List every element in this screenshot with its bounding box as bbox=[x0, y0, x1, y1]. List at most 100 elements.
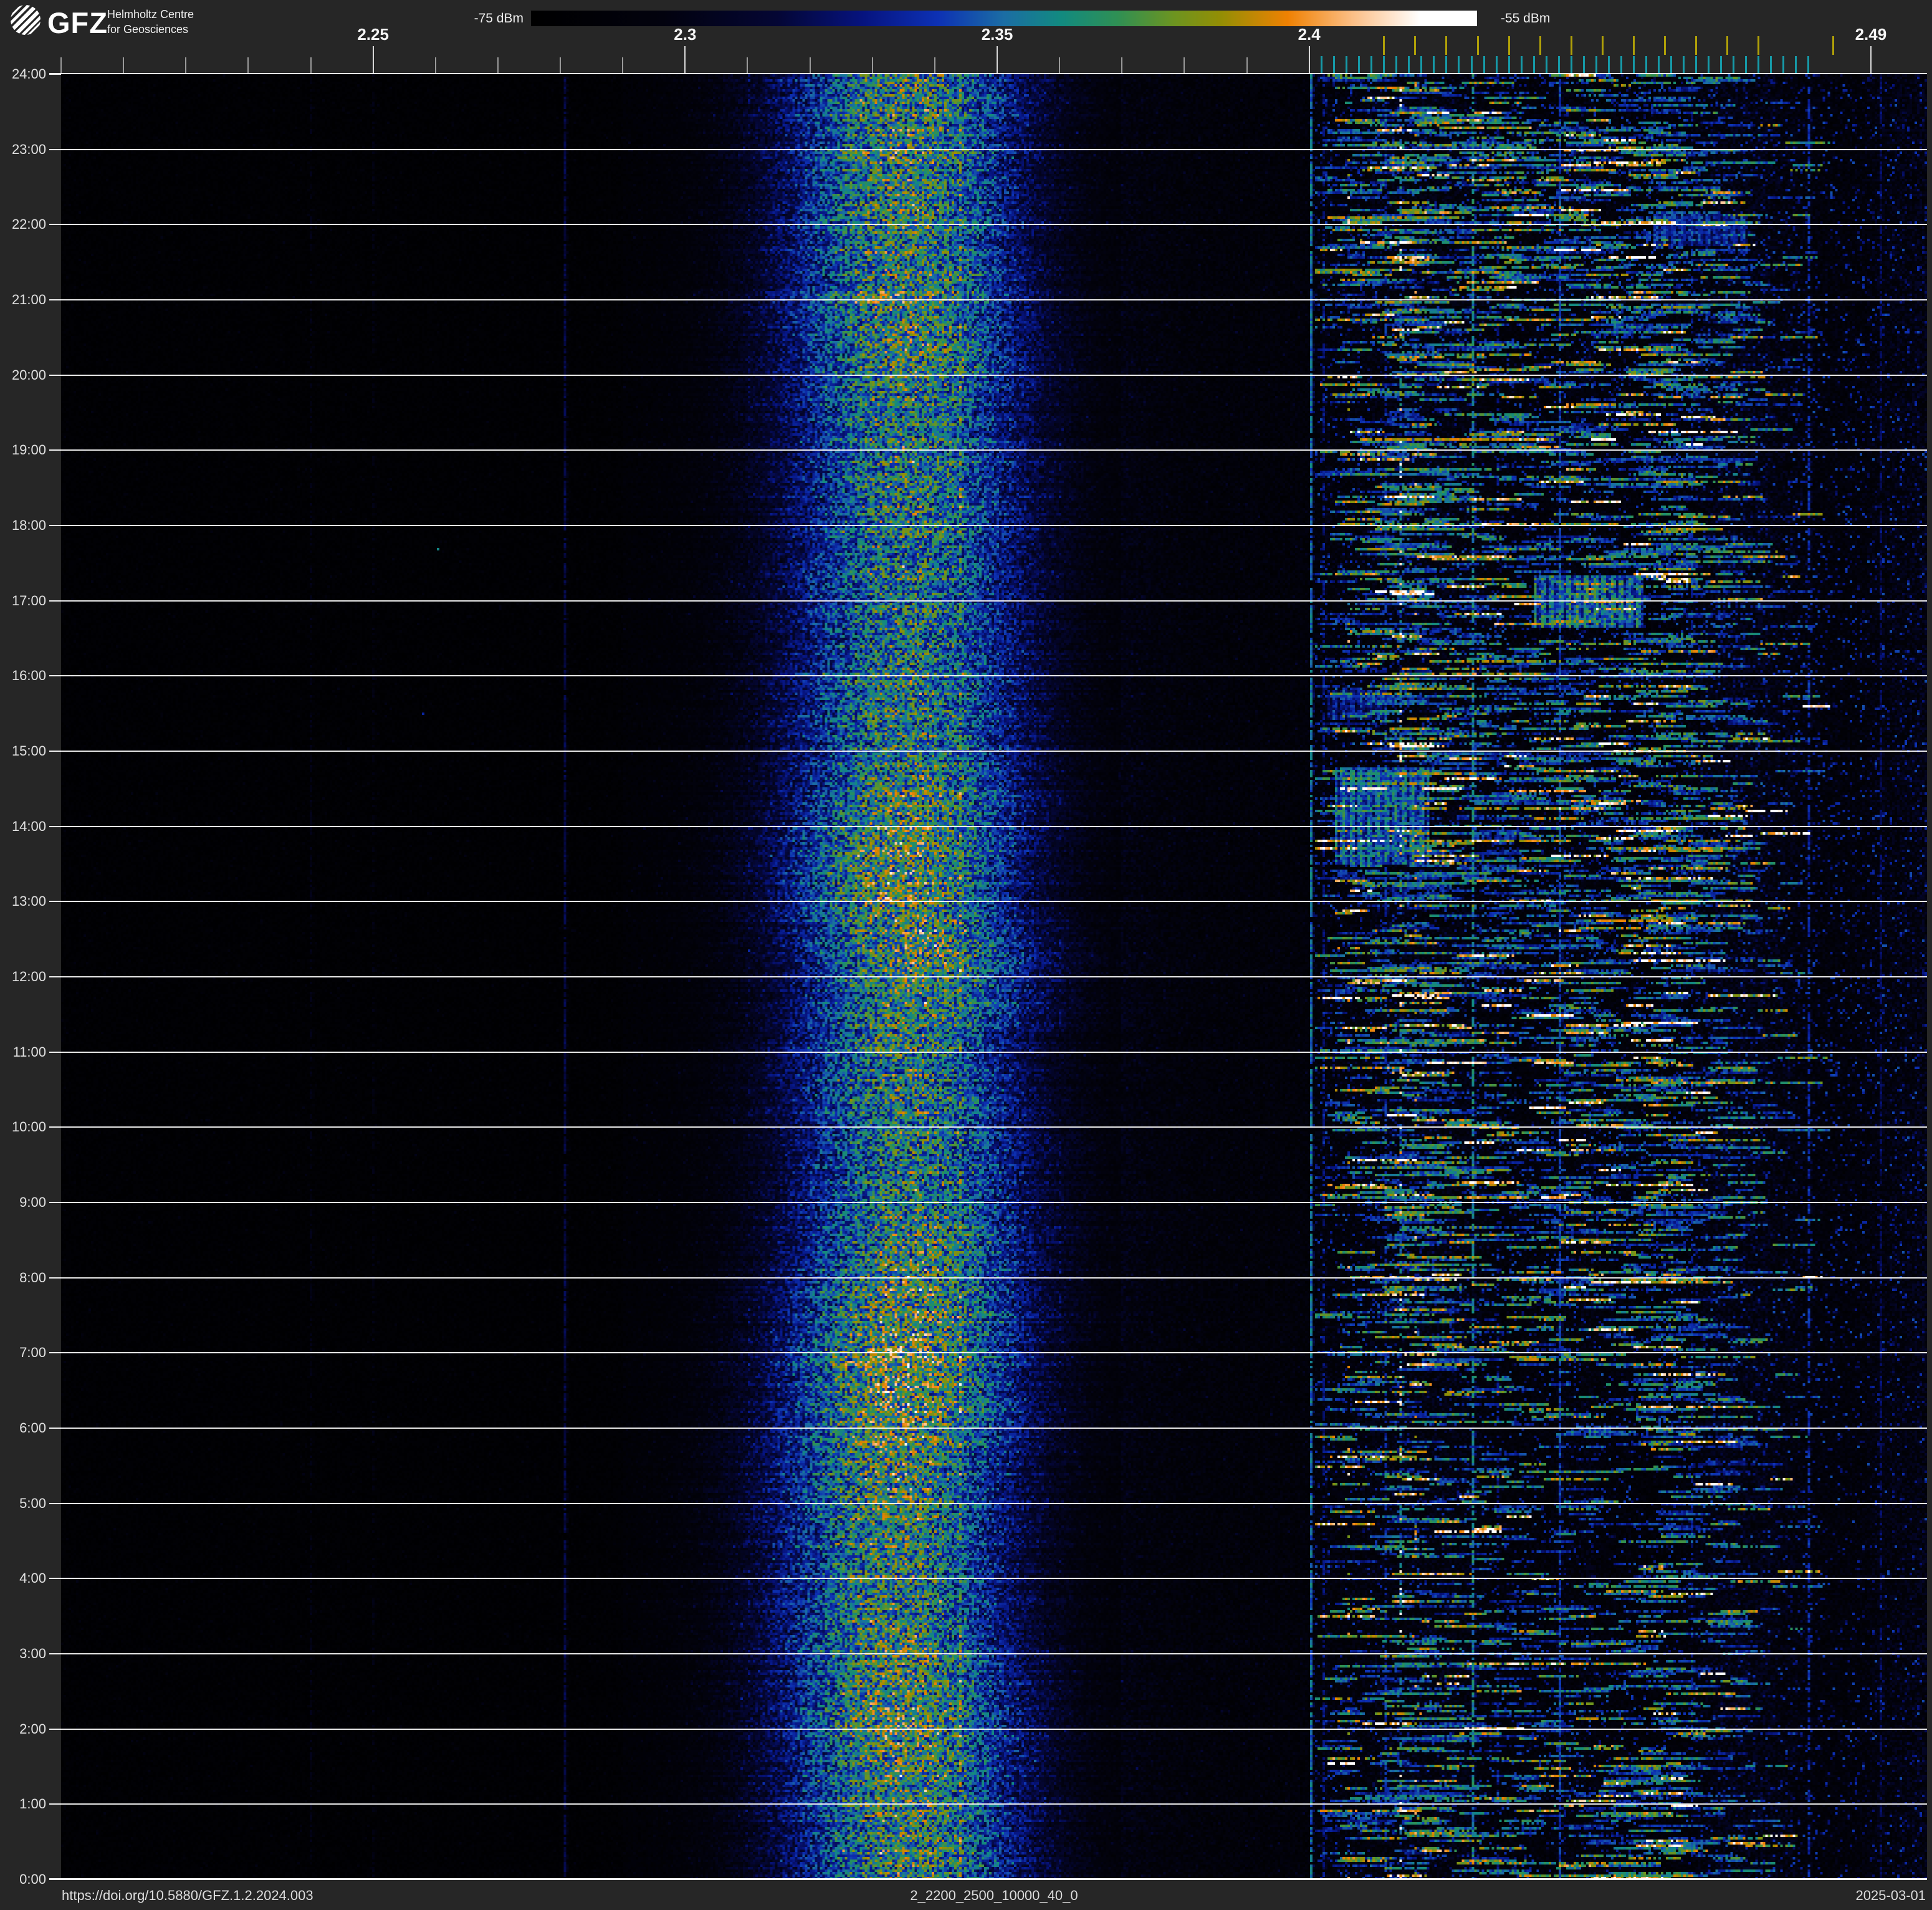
time-label: 22:00 bbox=[11, 216, 46, 233]
time-tick bbox=[49, 1578, 62, 1580]
freq-minor-tick bbox=[622, 57, 624, 74]
freq-minor-tick bbox=[747, 57, 748, 74]
freq-minor-tick bbox=[1059, 57, 1061, 74]
ble-channel-tick bbox=[1483, 56, 1485, 74]
time-tick bbox=[49, 374, 62, 376]
time-label: 18:00 bbox=[11, 517, 46, 533]
freq-major-tick bbox=[1308, 46, 1310, 74]
hour-gridline bbox=[61, 525, 1927, 526]
ble-channel-tick bbox=[1645, 56, 1647, 74]
frequency-axis: 2.25 2.3 2.35 2.4 2.49 bbox=[0, 0, 1932, 74]
ble-channel-tick bbox=[1470, 56, 1473, 74]
wifi-channel-tick bbox=[1445, 36, 1448, 55]
date-text: 2025-03-01 bbox=[1855, 1888, 1926, 1903]
freq-major-tick bbox=[1870, 46, 1872, 74]
ble-channel-tick bbox=[1533, 56, 1535, 74]
ble-channel-tick bbox=[1582, 56, 1585, 74]
wifi-channel-tick bbox=[1476, 36, 1479, 55]
time-tick bbox=[49, 1428, 62, 1429]
time-label: 15:00 bbox=[11, 743, 46, 759]
time-tick bbox=[49, 825, 62, 827]
wifi-channel-tick bbox=[1383, 36, 1385, 55]
ble-channel-tick bbox=[1495, 56, 1498, 74]
time-tick bbox=[49, 1277, 62, 1279]
ble-channel-tick bbox=[1333, 56, 1336, 74]
freq-major-label: 2.4 bbox=[1298, 25, 1321, 44]
freq-minor-tick bbox=[123, 57, 125, 74]
ble-channel-tick bbox=[1321, 56, 1323, 74]
freq-major-label: 2.3 bbox=[674, 25, 697, 44]
time-tick bbox=[49, 1352, 62, 1354]
spectrogram-page: { "header": { "logo_text": "GFZ", "org_l… bbox=[0, 0, 1932, 1910]
wifi-channel-tick bbox=[1539, 36, 1541, 55]
freq-minor-tick bbox=[1184, 57, 1185, 74]
ble-channel-tick bbox=[1383, 56, 1385, 74]
time-label: 16:00 bbox=[11, 668, 46, 684]
ble-channel-tick bbox=[1520, 56, 1523, 74]
wifi-channel-tick bbox=[1832, 36, 1835, 55]
time-label: 20:00 bbox=[11, 367, 46, 383]
time-label: 21:00 bbox=[11, 292, 46, 307]
ble-channel-tick bbox=[1607, 56, 1610, 74]
hour-gridline bbox=[61, 1502, 1927, 1504]
ble-channel-tick bbox=[1670, 56, 1672, 74]
time-label: 8:00 bbox=[19, 1269, 46, 1285]
hour-gridline bbox=[61, 449, 1927, 451]
ble-channel-tick bbox=[1570, 56, 1572, 74]
time-label: 9:00 bbox=[19, 1194, 46, 1210]
freq-minor-tick bbox=[871, 57, 873, 74]
hour-gridline bbox=[61, 1578, 1927, 1580]
ble-channel-tick bbox=[1807, 56, 1810, 74]
time-tick bbox=[49, 976, 62, 977]
time-tick bbox=[49, 224, 62, 226]
freq-minor-tick bbox=[560, 57, 562, 74]
ble-channel-tick bbox=[1358, 56, 1361, 74]
time-label: 0:00 bbox=[19, 1871, 46, 1887]
time-label: 17:00 bbox=[11, 592, 46, 608]
ble-channel-tick bbox=[1445, 56, 1448, 74]
time-label: 7:00 bbox=[19, 1345, 46, 1361]
ble-channel-tick bbox=[1408, 56, 1410, 74]
time-label: 6:00 bbox=[19, 1420, 46, 1436]
ble-channel-tick bbox=[1632, 56, 1635, 74]
time-tick bbox=[49, 299, 62, 300]
time-tick bbox=[49, 1653, 62, 1654]
ble-channel-tick bbox=[1595, 56, 1597, 74]
freq-minor-tick bbox=[310, 57, 312, 74]
freq-major-label: 2.49 bbox=[1855, 25, 1887, 44]
wifi-channel-tick bbox=[1508, 36, 1510, 55]
ble-channel-tick bbox=[1795, 56, 1797, 74]
time-tick bbox=[49, 1502, 62, 1504]
hour-gridline bbox=[61, 1803, 1927, 1805]
freq-minor-tick bbox=[809, 57, 811, 74]
time-tick bbox=[49, 751, 62, 752]
freq-major-tick bbox=[684, 46, 686, 74]
time-label: 4:00 bbox=[19, 1570, 46, 1586]
ble-channel-tick bbox=[1395, 56, 1398, 74]
hour-gridline bbox=[61, 976, 1927, 977]
freq-minor-tick bbox=[934, 57, 935, 74]
time-tick bbox=[49, 449, 62, 451]
ble-channel-tick bbox=[1433, 56, 1435, 74]
wifi-channel-tick bbox=[1726, 36, 1729, 55]
hour-gridline bbox=[61, 751, 1927, 752]
freq-minor-tick bbox=[247, 57, 249, 74]
hour-gridline bbox=[61, 600, 1927, 602]
hour-gridline bbox=[61, 1653, 1927, 1654]
hour-gridline bbox=[61, 1352, 1927, 1354]
time-label: 12:00 bbox=[11, 969, 46, 984]
spectrogram-plot bbox=[61, 74, 1927, 1879]
ble-channel-tick bbox=[1745, 56, 1748, 74]
freq-major-tick bbox=[997, 46, 998, 74]
time-label: 1:00 bbox=[19, 1796, 46, 1812]
time-axis: 24:00 23:00 22:00 21:00 20:00 19:00 18:00 17:00… bbox=[0, 0, 69, 1910]
time-label: 23:00 bbox=[11, 141, 46, 157]
ble-channel-tick bbox=[1708, 56, 1710, 74]
ble-channel-tick bbox=[1557, 56, 1560, 74]
freq-minor-tick bbox=[185, 57, 187, 74]
time-tick bbox=[49, 525, 62, 526]
ble-channel-tick bbox=[1770, 56, 1772, 74]
bottom-axis-line bbox=[49, 1878, 1927, 1880]
hour-gridline bbox=[61, 224, 1927, 226]
wifi-channel-tick bbox=[1695, 36, 1697, 55]
